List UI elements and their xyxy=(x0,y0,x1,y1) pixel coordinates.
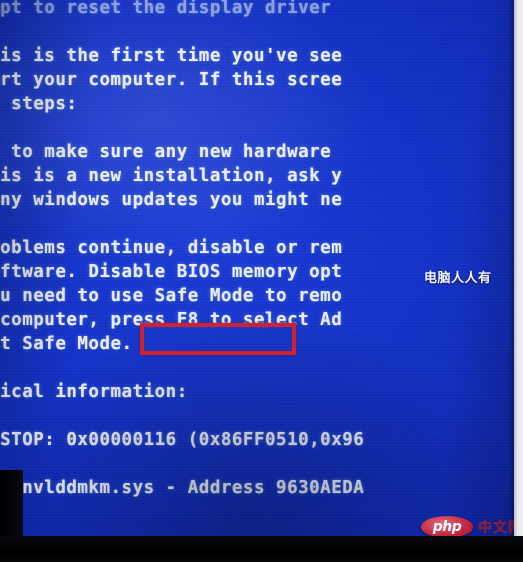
bsod-technical-information-label: echnical information: xyxy=(0,382,188,402)
bsod-line-blank xyxy=(0,356,514,380)
bsod-screenshot: ttempt to reset the display driver f thi… xyxy=(0,0,523,562)
bsod-line: f this is a new installation, ask y xyxy=(0,166,343,186)
bsod-line: ttempt to reset the display driver xyxy=(0,0,332,18)
watermark-chinese: 电脑人人有 xyxy=(424,271,492,286)
bsod-line: f problems continue, disable or rem xyxy=(0,238,343,258)
bsod-line: f this is the first time you've see xyxy=(0,46,343,66)
bsod-line-blank xyxy=(0,404,514,428)
bsod-stop-code-line: *** STOP: 0x00000116 (0x86FF0510,0x96 xyxy=(0,430,365,450)
monitor-bezel-bottom xyxy=(0,536,523,562)
bsod-line-blank xyxy=(0,212,514,236)
php-badge-icon: php xyxy=(421,516,473,538)
bsod-line: heck to make sure any new hardware xyxy=(11,142,332,162)
monitor-bezel-right xyxy=(514,0,523,545)
bsod-line-blank xyxy=(0,116,514,140)
bsod-line: estart your computer. If this scree xyxy=(0,70,343,90)
bsod-line: or any windows updates you might ne xyxy=(0,190,343,210)
bsod-faulting-module-line: *** nvlddmkm.sys - Address 9630AEDA xyxy=(22,478,365,498)
bsod-line-blank xyxy=(0,20,514,44)
watermark-php-logo: php 中文网 xyxy=(421,516,523,538)
bsod-line: f you need to use Safe Mode to remo xyxy=(0,286,343,306)
bsod-line: hese steps: xyxy=(11,94,78,114)
php-badge-label: php xyxy=(432,519,462,535)
stop-code-highlight-box xyxy=(140,323,296,355)
bsod-line-blank xyxy=(0,452,514,476)
